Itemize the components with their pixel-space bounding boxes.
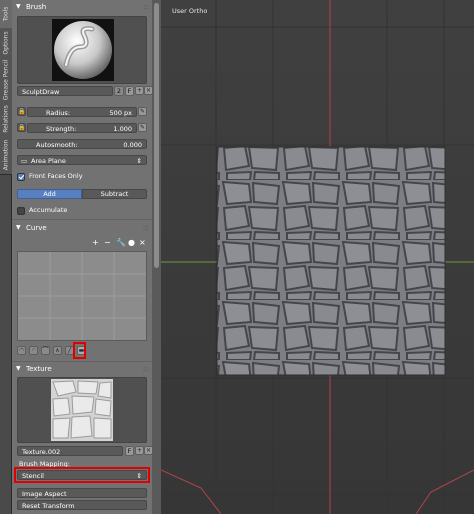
dropdown-arrows-icon: ⇕	[136, 157, 142, 165]
brush-fake-user-label: F	[127, 87, 132, 95]
radius-value: 500 px	[109, 109, 132, 117]
texture-preview-image	[51, 379, 113, 441]
curve-section-title: Curve	[26, 224, 47, 232]
curve-delete-point-icon[interactable]: ×	[139, 238, 146, 247]
curve-graph[interactable]	[17, 251, 147, 341]
texture-fake-user-label: F	[127, 447, 132, 455]
collapse-arrow-icon: ▼	[16, 365, 21, 372]
stencil-texture-plane	[216, 146, 446, 376]
section-divider	[12, 361, 152, 362]
texture-name-value: Texture.002	[22, 448, 61, 456]
brush-name-field[interactable]: SculptDraw	[17, 86, 113, 96]
section-divider	[12, 219, 152, 220]
tab-grease-pencil[interactable]: Grease Pencil	[0, 58, 12, 103]
tab-grease-pencil-label: Grease Pencil	[2, 59, 10, 101]
radius-field[interactable]: Radius: 500 px	[27, 107, 137, 117]
strength-pressure-icon[interactable]: ✎	[138, 123, 147, 132]
texture-section-header[interactable]: ▼ Texture ::::	[14, 363, 150, 375]
tool-shelf-panel: ▼ Brush :::: SculptDraw 2 F + × 🔒 Radius	[12, 0, 152, 514]
tab-tools-label: Tools	[2, 6, 10, 22]
curve-graph-grid	[18, 252, 146, 340]
highlight-box-brush-mapping	[14, 467, 150, 483]
panel-scrollbar[interactable]	[152, 0, 161, 514]
curve-zoom-in-icon[interactable]: +	[92, 238, 99, 247]
subtract-mode-label: Subtract	[100, 190, 129, 198]
accumulate-label: Accumulate	[29, 206, 68, 214]
curve-preset-sphere-icon[interactable]: ◜	[29, 346, 38, 355]
highlight-box-curve-preset	[73, 342, 86, 359]
curve-tools-wrench-icon[interactable]: 🔧	[116, 238, 126, 247]
tool-shelf-tabs: Tools Options Grease Pencil Relations An…	[0, 0, 12, 514]
curve-handle-icon[interactable]: ●	[128, 238, 135, 247]
brush-users-label: 2	[116, 87, 122, 95]
texture-section-title: Texture	[26, 365, 52, 373]
curve-section-header[interactable]: ▼ Curve ::::	[14, 222, 150, 234]
autosmooth-value: 0.000	[123, 141, 142, 149]
brush-users-count[interactable]: 2	[114, 86, 124, 96]
collapse-arrow-icon: ▼	[16, 224, 21, 231]
3d-viewport[interactable]: User Ortho	[161, 0, 474, 514]
add-mode-label: Add	[43, 190, 56, 198]
tab-animation[interactable]: Animation	[0, 136, 12, 175]
brush-preview[interactable]	[17, 16, 147, 84]
radius-lock-icon[interactable]: 🔒	[17, 107, 26, 116]
texture-preview[interactable]	[17, 377, 147, 443]
viewport-view-label: User Ortho	[172, 7, 208, 15]
tab-animation-label: Animation	[2, 139, 10, 171]
brush-unlink-icon[interactable]: ×	[144, 86, 152, 95]
accumulate-checkbox[interactable]	[17, 207, 25, 215]
strength-lock-icon[interactable]: 🔒	[17, 123, 26, 132]
tab-relations[interactable]: Relations	[0, 102, 12, 137]
radius-pressure-icon[interactable]: ✎	[138, 107, 147, 116]
brush-fake-user-button[interactable]: F	[125, 86, 134, 96]
brush-preview-image	[52, 19, 114, 81]
image-aspect-button[interactable]: Image Aspect	[17, 488, 147, 498]
texture-name-field[interactable]: Texture.002	[17, 446, 123, 456]
texture-new-icon[interactable]: +	[135, 446, 144, 455]
drag-grip-icon[interactable]: ::::	[143, 3, 150, 11]
strength-value: 1.000	[113, 125, 132, 133]
subtract-mode-button[interactable]: Subtract	[82, 189, 147, 199]
front-faces-label: Front Faces Only	[29, 172, 83, 180]
curve-preset-smooth-icon[interactable]: ◠	[17, 346, 26, 355]
texture-unlink-icon[interactable]: ×	[144, 446, 152, 455]
strength-field[interactable]: Strength: 1.000	[27, 123, 137, 133]
viewport-grid	[161, 0, 474, 514]
reset-transform-label: Reset Transform	[22, 502, 75, 510]
autosmooth-label: Autosmooth:	[36, 141, 78, 149]
autosmooth-field[interactable]: Autosmooth: 0.000	[17, 139, 147, 149]
reset-transform-button[interactable]: Reset Transform	[17, 500, 147, 510]
brush-section-header[interactable]: ▼ Brush ::::	[14, 1, 150, 13]
add-mode-button[interactable]: Add	[17, 189, 82, 199]
tab-options-label: Options	[2, 31, 10, 55]
curve-preset-root-icon[interactable]: ⌒	[41, 346, 50, 355]
panel-scrollbar-thumb[interactable]	[154, 3, 159, 268]
brush-name-value: SculptDraw	[22, 88, 60, 96]
front-faces-checkbox[interactable]	[17, 173, 25, 181]
sculpt-plane-value: Area Plane	[31, 157, 66, 165]
radius-label: Radius:	[46, 109, 70, 117]
curve-zoom-out-icon[interactable]: −	[104, 238, 111, 247]
plane-icon: ▭	[21, 157, 28, 165]
strength-label: Strength:	[46, 125, 77, 133]
curve-preset-sharp-icon[interactable]: ∧	[53, 346, 62, 355]
sculpt-plane-dropdown[interactable]: ▭ Area Plane ⇕	[17, 155, 147, 165]
drag-grip-icon[interactable]: ::::	[143, 224, 150, 232]
image-aspect-label: Image Aspect	[22, 490, 67, 498]
drag-grip-icon[interactable]: ::::	[143, 365, 150, 373]
brush-section-title: Brush	[26, 3, 47, 11]
brush-new-icon[interactable]: +	[135, 86, 144, 95]
tab-options[interactable]: Options	[0, 28, 12, 59]
tab-relations-label: Relations	[2, 105, 10, 133]
tab-tools[interactable]: Tools	[0, 0, 12, 29]
collapse-arrow-icon: ▼	[16, 3, 21, 10]
texture-fake-user-button[interactable]: F	[125, 446, 134, 456]
